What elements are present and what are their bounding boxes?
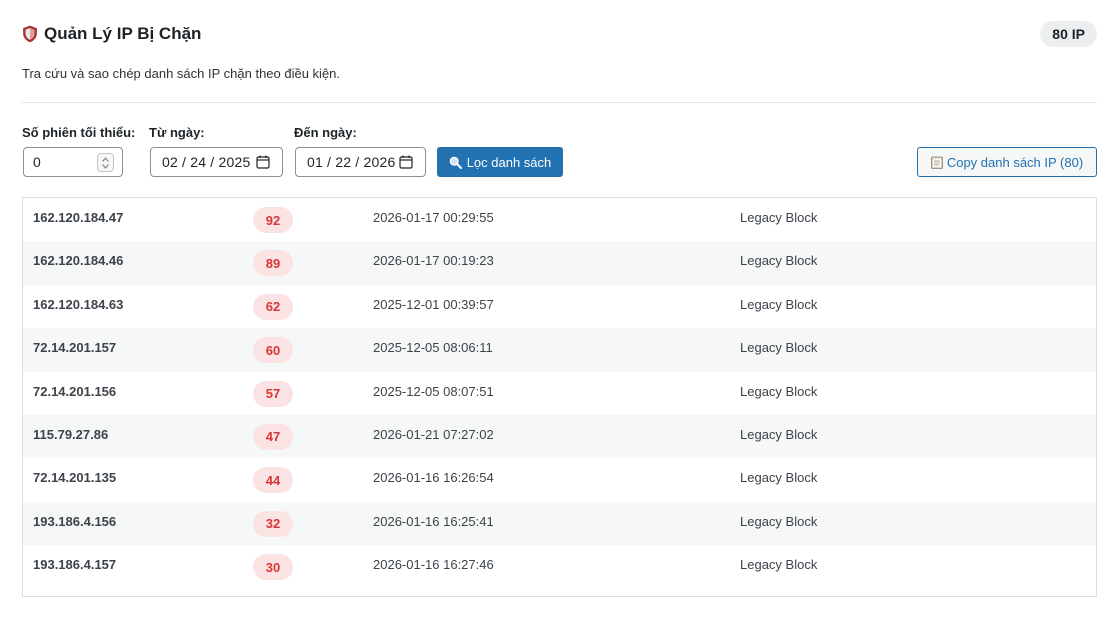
magnifier-icon xyxy=(449,156,462,169)
page-description: Tra cứu và sao chép danh sách IP chặn th… xyxy=(22,66,341,81)
to-date-label: Đến ngày: xyxy=(294,125,357,140)
clipboard-icon xyxy=(930,156,943,169)
calendar-icon[interactable] xyxy=(256,155,270,169)
blocked-time: 2025-12-05 08:07:51 xyxy=(373,383,494,399)
shield-icon xyxy=(23,25,37,43)
ip-address[interactable]: 193.186.4.156 xyxy=(33,514,116,529)
ip-address[interactable]: 193.186.4.157 xyxy=(33,557,116,572)
block-reason: Legacy Block xyxy=(740,210,818,225)
ip-address[interactable]: 72.14.201.135 xyxy=(33,470,116,485)
ip-address[interactable]: 72.14.201.157 xyxy=(33,340,116,355)
blocked-time: 2026-01-17 00:29:55 xyxy=(373,210,494,225)
block-reason: Legacy Block xyxy=(740,253,818,269)
page-title: Quản Lý IP Bị Chặn xyxy=(44,24,202,43)
ip-address[interactable]: 115.79.27.86 xyxy=(33,427,108,442)
ip-address[interactable]: 162.120.184.47 xyxy=(33,210,123,225)
table-row: 162.120.184.63 62 2025-12-01 00:39:57 Le… xyxy=(23,285,1096,328)
block-reason: Legacy Block xyxy=(740,470,818,486)
blocked-time: 2025-12-01 00:39:57 xyxy=(373,296,494,312)
block-reason: Legacy Block xyxy=(740,296,818,312)
min-sessions-label: Số phiên tối thiểu: xyxy=(22,125,136,140)
to-date-input[interactable]: 01 / 22 / 2026 xyxy=(295,147,426,177)
filter-button[interactable]: Lọc danh sách xyxy=(437,147,563,177)
table-row: 115.79.27.86 47 2026-01-21 07:27:02 Lega… xyxy=(23,414,1096,459)
table-row: 193.186.4.157 30 2026-01-16 16:27:46 Leg… xyxy=(23,545,1096,588)
divider xyxy=(22,102,1097,103)
blocked-time: 2026-01-17 00:19:23 xyxy=(373,253,494,269)
ip-count-badge: 80 IP xyxy=(1040,21,1097,47)
session-count-badge: 44 xyxy=(253,467,293,494)
min-sessions-input[interactable]: 0 xyxy=(23,147,123,177)
session-count-badge: 57 xyxy=(253,380,293,407)
session-count-badge: 62 xyxy=(253,293,293,320)
ip-address[interactable]: 162.120.184.46 xyxy=(33,253,123,268)
block-reason: Legacy Block xyxy=(740,383,818,399)
calendar-icon[interactable] xyxy=(399,155,413,169)
from-date-label: Từ ngày: xyxy=(149,125,205,140)
block-reason: Legacy Block xyxy=(740,557,818,573)
from-date-value: 02 / 24 / 2025 xyxy=(162,154,251,170)
copy-ip-list-button[interactable]: Copy danh sách IP (80) xyxy=(917,147,1097,177)
to-date-value: 01 / 22 / 2026 xyxy=(307,154,396,170)
blocked-time: 2026-01-16 16:25:41 xyxy=(373,513,494,529)
block-reason: Legacy Block xyxy=(740,426,818,442)
blocked-time: 2026-01-16 16:27:46 xyxy=(373,557,494,573)
blocked-time: 2026-01-16 16:26:54 xyxy=(373,470,494,486)
from-date-input[interactable]: 02 / 24 / 2025 xyxy=(150,147,283,177)
min-sessions-value: 0 xyxy=(33,154,41,170)
ip-address[interactable]: 72.14.201.156 xyxy=(33,384,116,399)
copy-button-label: Copy danh sách IP (80) xyxy=(946,154,1084,170)
session-count-badge: 47 xyxy=(253,423,293,450)
blocked-ip-table: 162.120.184.47 92 2026-01-17 00:29:55 Le… xyxy=(22,197,1097,597)
filter-button-label: Lọc danh sách xyxy=(466,154,552,170)
table-row: 162.120.184.46 89 2026-01-17 00:19:23 Le… xyxy=(23,241,1096,285)
blocked-time: 2026-01-21 07:27:02 xyxy=(373,426,494,442)
blocked-time: 2025-12-05 08:06:11 xyxy=(373,340,493,356)
page-header: Quản Lý IP Bị Chặn 80 IP xyxy=(22,20,1097,48)
session-count-badge: 92 xyxy=(253,207,293,233)
session-count-badge: 89 xyxy=(253,250,293,277)
block-reason: Legacy Block xyxy=(740,513,818,529)
table-row: 72.14.201.156 57 2025-12-05 08:07:51 Leg… xyxy=(23,372,1096,415)
table-row: 193.186.4.156 32 2026-01-16 16:25:41 Leg… xyxy=(23,501,1096,546)
chevron-up-icon[interactable] xyxy=(102,156,109,162)
block-reason: Legacy Block xyxy=(740,340,818,356)
number-stepper[interactable] xyxy=(97,153,114,172)
table-row: 72.14.201.135 44 2026-01-16 16:26:54 Leg… xyxy=(23,458,1096,501)
ip-address[interactable]: 162.120.184.63 xyxy=(33,297,123,312)
table-row: 72.14.201.157 60 2025-12-05 08:06:11 Leg… xyxy=(23,328,1096,372)
session-count-badge: 60 xyxy=(253,337,293,364)
blocked-ip-panel: Quản Lý IP Bị Chặn 80 IP Tra cứu và sao … xyxy=(0,0,1113,623)
chevron-down-icon[interactable] xyxy=(102,163,109,169)
session-count-badge: 30 xyxy=(253,554,293,581)
table-row: 162.120.184.47 92 2026-01-17 00:29:55 Le… xyxy=(23,198,1096,241)
session-count-badge: 32 xyxy=(253,510,293,537)
